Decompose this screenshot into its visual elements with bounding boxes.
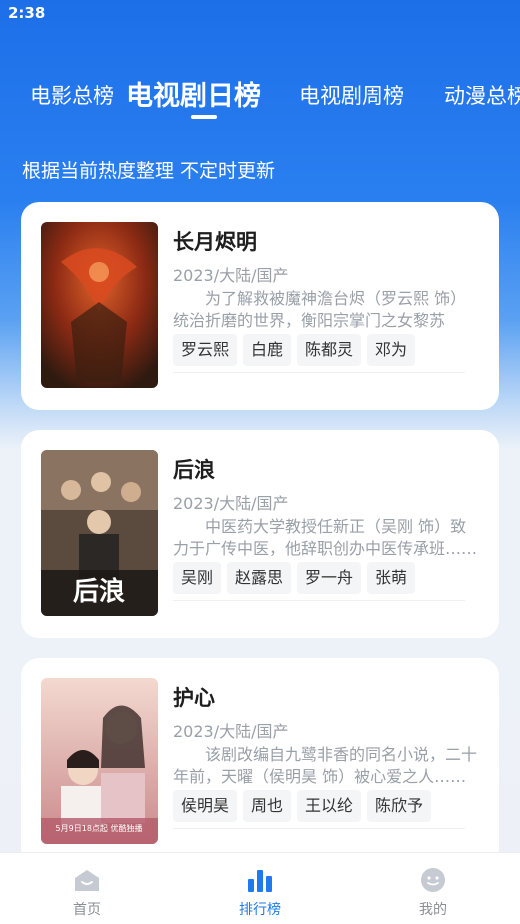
- drama-description: 为了解救被魔神澹台烬（罗云熙 饰）统治折磨的世界，衡阳宗掌门之女黎苏苏……: [173, 289, 467, 330]
- profile-icon: [421, 868, 445, 892]
- actor-list: 侯明昊 周也 王以纶 陈欣予: [173, 790, 437, 822]
- actor-tag[interactable]: 周也: [243, 790, 292, 822]
- actor-tag[interactable]: 陈欣予: [367, 790, 432, 822]
- page-subtitle: 根据当前热度整理 不定时更新: [22, 160, 276, 182]
- actor-tag[interactable]: 白鹿: [243, 334, 292, 366]
- drama-description: 中医药大学教授任新正（吴刚 饰）致力于广传中医，他辞职创办中医传承班……: [173, 517, 478, 558]
- drama-title[interactable]: 长月烬明: [173, 226, 257, 256]
- ranking-card[interactable]: 后浪 后浪 2023/大陆/国产 中医药大学教授任新正（吴刚 饰）致力于广传中医…: [21, 430, 499, 638]
- status-time: 2:38: [8, 4, 46, 22]
- tab-anime-total[interactable]: 动漫总榜: [444, 80, 520, 110]
- status-bar: 2:38: [0, 0, 520, 28]
- actor-tag[interactable]: 罗云熙: [173, 334, 238, 366]
- nav-profile[interactable]: 我的: [383, 853, 483, 924]
- tab-tv-daily[interactable]: 电视剧日榜: [126, 74, 261, 113]
- nav-label: 首页: [73, 902, 101, 918]
- actor-list: 罗云熙 白鹿 陈都灵 邓为: [173, 334, 421, 366]
- bottom-navigation: 首页 排行榜 我的: [0, 852, 520, 924]
- ranking-card[interactable]: 长月烬明 2023/大陆/国产 为了解救被魔神澹台烬（罗云熙 饰）统治折磨的世界…: [21, 202, 499, 410]
- ranking-icon: [248, 870, 272, 892]
- divider: [173, 372, 465, 373]
- drama-meta: 2023/大陆/国产: [173, 494, 289, 513]
- poster-image[interactable]: 5月9日18点起 优酷独播: [41, 678, 158, 844]
- divider: [173, 828, 465, 829]
- actor-tag[interactable]: 王以纶: [297, 790, 362, 822]
- drama-meta: 2023/大陆/国产: [173, 266, 289, 285]
- ranking-tabs: 电影总榜 电视剧日榜 电视剧周榜 动漫总榜: [0, 68, 520, 128]
- tab-movie-total[interactable]: 电影总榜: [30, 80, 114, 110]
- actor-tag[interactable]: 吴刚: [173, 562, 222, 594]
- poster-art: [41, 222, 158, 388]
- drama-meta: 2023/大陆/国产: [173, 722, 289, 741]
- actor-tag[interactable]: 侯明昊: [173, 790, 238, 822]
- poster-image[interactable]: 后浪: [41, 450, 158, 616]
- actor-tag[interactable]: 张萌: [367, 562, 416, 594]
- active-tab-indicator: [191, 115, 217, 119]
- poster-caption: 5月9日18点起 优酷独播: [56, 823, 143, 833]
- ranking-card[interactable]: 5月9日18点起 优酷独播 护心 2023/大陆/国产 该剧改编自九鹭非香的同名…: [21, 658, 499, 866]
- drama-title[interactable]: 后浪: [173, 454, 215, 484]
- poster-title-art: 后浪: [73, 576, 125, 607]
- nav-ranking[interactable]: 排行榜: [210, 853, 310, 924]
- drama-description: 该剧改编自九鹭非香的同名小说，二十年前，天曜（侯明昊 饰）被心爱之人……: [173, 745, 478, 786]
- actor-tag[interactable]: 陈都灵: [297, 334, 362, 366]
- home-icon: [75, 870, 99, 891]
- poster-art: 5月9日18点起 优酷独播: [41, 678, 158, 844]
- poster-art: 后浪: [41, 450, 158, 616]
- drama-title[interactable]: 护心: [173, 682, 215, 712]
- nav-home[interactable]: 首页: [37, 853, 137, 924]
- actor-tag[interactable]: 罗一舟: [297, 562, 362, 594]
- nav-label: 我的: [419, 902, 447, 918]
- poster-image[interactable]: [41, 222, 158, 388]
- tab-tv-weekly[interactable]: 电视剧周榜: [299, 80, 404, 110]
- actor-tag[interactable]: 邓为: [367, 334, 416, 366]
- divider: [173, 600, 465, 601]
- actor-list: 吴刚 赵露思 罗一舟 张萌: [173, 562, 421, 594]
- actor-tag[interactable]: 赵露思: [227, 562, 292, 594]
- nav-label: 排行榜: [239, 902, 281, 918]
